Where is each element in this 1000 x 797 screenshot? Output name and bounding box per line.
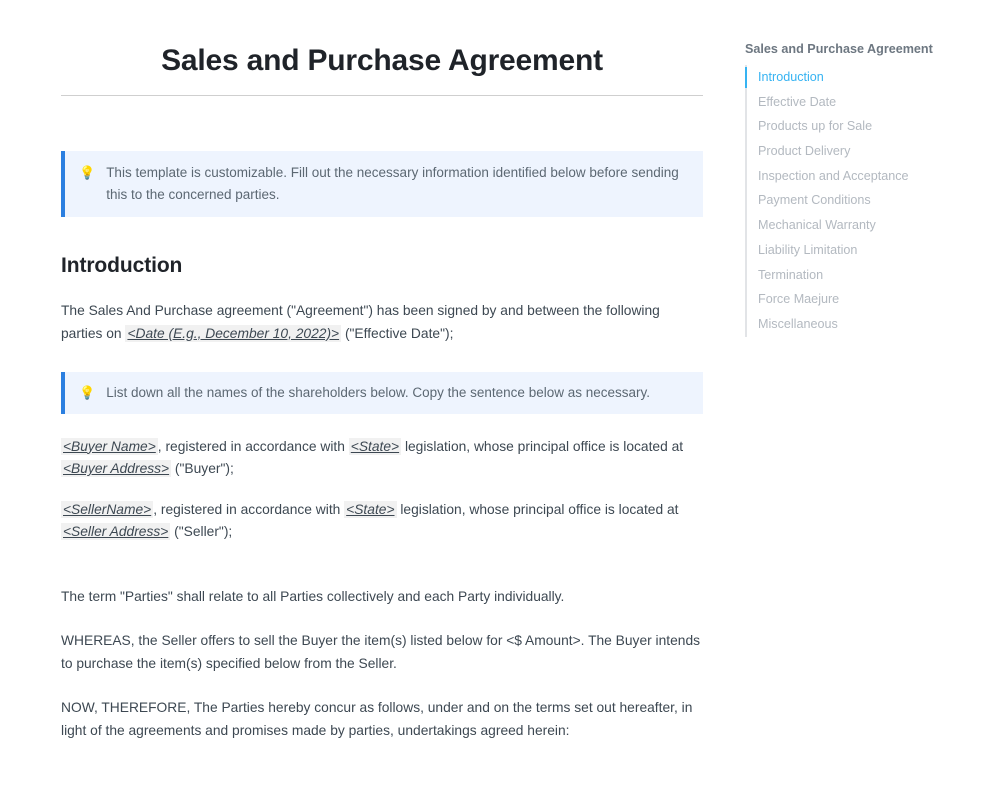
buyer-text-part3: ("Buyer"); (171, 461, 234, 476)
placeholder-buyer-state[interactable]: <State> (348, 437, 402, 455)
toc-item-label: Products up for Sale (758, 119, 873, 134)
callout-template-notice: 💡 This template is customizable. Fill ou… (61, 151, 703, 217)
page-title: Sales and Purchase Agreement (161, 44, 603, 77)
lightbulb-icon: 💡 (79, 385, 96, 400)
toc-item-label: Force Maejure (758, 292, 840, 307)
toc-item-miscellaneous[interactable]: Miscellaneous (745, 312, 985, 337)
toc-item-label: Inspection and Acceptance (758, 168, 909, 183)
paragraph-parties: The term "Parties" shall relate to all P… (61, 588, 565, 604)
toc-item-termination[interactable]: Termination (745, 263, 985, 288)
title-divider (61, 95, 703, 96)
callout-text: This template is customizable. Fill out … (106, 165, 679, 202)
buyer-text-part2: legislation, whose principal office is l… (401, 438, 684, 454)
table-of-contents: Sales and Purchase Agreement Introductio… (745, 0, 985, 337)
toc-item-introduction[interactable]: Introduction (745, 65, 985, 90)
toc-active-marker (745, 240, 747, 261)
toc-item-effective-date[interactable]: Effective Date (745, 90, 985, 115)
paragraph-intro: The Sales And Purchase agreement ("Agree… (61, 278, 703, 345)
toc-active-marker (745, 92, 747, 113)
toc-item-label: Liability Limitation (758, 242, 858, 257)
toc-item-product-delivery[interactable]: Product Delivery (745, 139, 985, 164)
toc-item-label: Product Delivery (758, 144, 851, 159)
placeholder-seller-address[interactable]: <Seller Address> (61, 523, 171, 540)
toc-item-force-maejure[interactable]: Force Maejure (745, 287, 985, 312)
toc-item-label: Introduction (758, 70, 824, 84)
paragraph-seller: <SellerName>, registered in accordance w… (61, 481, 703, 544)
toc-active-marker (745, 314, 747, 335)
toc-item-label: Payment Conditions (758, 193, 871, 208)
toc-active-marker (745, 141, 747, 162)
toc-active-marker (745, 215, 747, 236)
placeholder-seller-name[interactable]: <SellerName> (61, 500, 154, 518)
toc-active-marker (745, 190, 747, 211)
toc-item-label: Mechanical Warranty (758, 218, 876, 233)
toc-item-label: Miscellaneous (758, 316, 838, 331)
seller-text-part3: ("Seller"); (170, 524, 233, 539)
toc-item-liability-limitation[interactable]: Liability Limitation (745, 238, 985, 263)
placeholder-buyer-address[interactable]: <Buyer Address> (61, 460, 172, 477)
toc-list: Introduction Effective Date Products up fo… (745, 65, 985, 337)
paragraph-whereas: WHEREAS, the Seller offers to sell the B… (61, 633, 701, 671)
toc-item-payment-conditions[interactable]: Payment Conditions (745, 188, 985, 213)
toc-item-products-up-for-sale[interactable]: Products up for Sale (745, 114, 985, 139)
toc-active-marker (745, 265, 747, 286)
buyer-text-part1: , registered in accordance with (157, 438, 349, 454)
toc-active-marker (745, 166, 747, 187)
callout-shareholders-notice: 💡 List down all the names of the shareho… (61, 372, 703, 414)
lightbulb-icon: 💡 (79, 165, 96, 180)
toc-title: Sales and Purchase Agreement (745, 42, 933, 56)
toc-item-mechanical-warranty[interactable]: Mechanical Warranty (745, 213, 985, 238)
page-root: Sales and Purchase Agreement 💡 This temp… (0, 0, 1000, 797)
section-heading-introduction: Introduction (61, 254, 183, 277)
toc-active-marker (745, 116, 747, 137)
callout-text: List down all the names of the sharehold… (106, 385, 651, 400)
document-body: Sales and Purchase Agreement 💡 This temp… (61, 0, 703, 742)
toc-item-label: Termination (758, 267, 824, 282)
toc-active-marker (745, 289, 747, 310)
placeholder-buyer-name[interactable]: <Buyer Name> (61, 437, 158, 455)
intro-text-part2: ("Effective Date"); (341, 325, 454, 341)
toc-active-marker (745, 67, 747, 88)
seller-text-part1: , registered in accordance with (153, 501, 345, 517)
toc-item-inspection-and-acceptance[interactable]: Inspection and Acceptance (745, 164, 985, 189)
placeholder-seller-state[interactable]: <State> (344, 500, 397, 518)
paragraph-now-therefore: NOW, THEREFORE, The Parties hereby concu… (61, 700, 693, 738)
paragraph-buyer: <Buyer Name>, registered in accordance w… (61, 414, 703, 481)
placeholder-date[interactable]: <Date (E.g., December 10, 2022)> (125, 324, 342, 342)
seller-text-part2: legislation, whose principal office is l… (396, 501, 679, 517)
toc-item-label: Effective Date (758, 94, 837, 109)
